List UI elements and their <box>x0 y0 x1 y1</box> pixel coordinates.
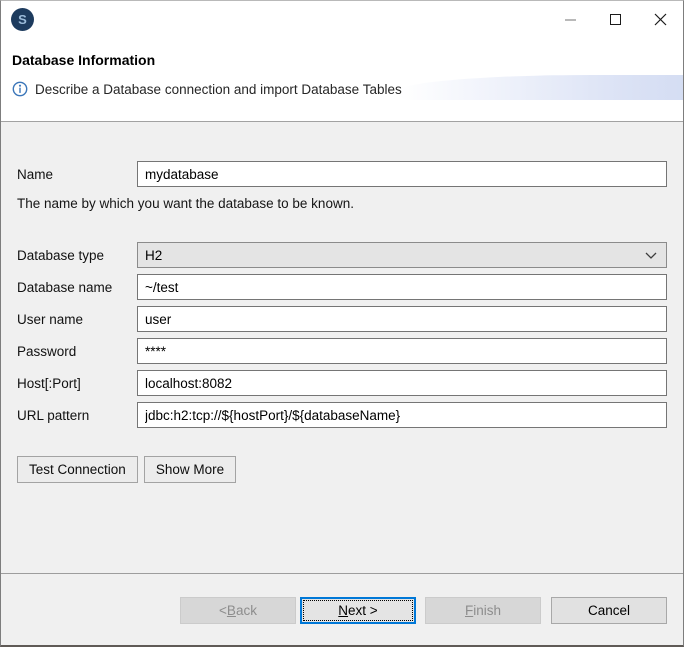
database-type-row: Database type H2 <box>17 242 667 268</box>
host-port-field[interactable] <box>137 370 667 396</box>
close-icon <box>654 13 667 26</box>
test-connection-button[interactable]: Test Connection <box>17 456 138 483</box>
chevron-down-icon <box>645 252 657 259</box>
wizard-button-bar: < Back Next > Finish Cancel <box>1 574 683 645</box>
cancel-button-post: Cancel <box>588 603 630 618</box>
back-button-mnemonic: B <box>227 603 236 618</box>
name-row: Name <box>17 161 667 187</box>
database-type-label: Database type <box>17 248 137 263</box>
database-name-label: Database name <box>17 280 137 295</box>
page-description: Describe a Database connection and impor… <box>12 81 671 97</box>
titlebar: S <box>1 1 683 38</box>
cancel-button[interactable]: Cancel <box>551 597 667 624</box>
url-pattern-row: URL pattern <box>17 402 667 428</box>
minimize-button[interactable] <box>548 1 593 38</box>
connection-actions-row: Test Connection Show More <box>17 456 667 483</box>
wizard-header: Database Information Describe a Database… <box>1 38 683 122</box>
url-pattern-field[interactable] <box>137 402 667 428</box>
minimize-icon <box>565 19 576 21</box>
password-label: Password <box>17 344 137 359</box>
database-type-combo[interactable]: H2 <box>137 242 667 268</box>
form-area: Name The name by which you want the data… <box>1 122 683 574</box>
password-field[interactable] <box>137 338 667 364</box>
database-name-field[interactable] <box>137 274 667 300</box>
maximize-icon <box>610 14 621 25</box>
user-name-row: User name <box>17 306 667 332</box>
host-port-row: Host[:Port] <box>17 370 667 396</box>
show-more-button[interactable]: Show More <box>144 456 236 483</box>
app-logo-icon: S <box>11 8 34 31</box>
maximize-button[interactable] <box>593 1 638 38</box>
finish-button-post: inish <box>473 603 501 618</box>
user-name-field[interactable] <box>137 306 667 332</box>
name-field[interactable] <box>137 161 667 187</box>
back-button[interactable]: < Back <box>180 597 296 624</box>
wizard-dialog: S Database Information Describe a Databa… <box>0 0 684 647</box>
next-button[interactable]: Next > <box>300 597 416 624</box>
finish-button[interactable]: Finish <box>425 597 541 624</box>
name-label: Name <box>17 167 137 182</box>
url-pattern-label: URL pattern <box>17 408 137 423</box>
next-button-mnemonic: N <box>338 603 348 618</box>
page-title: Database Information <box>12 52 671 68</box>
finish-button-mnemonic: F <box>465 603 473 618</box>
password-row: Password <box>17 338 667 364</box>
user-name-label: User name <box>17 312 137 327</box>
name-help-text: The name by which you want the database … <box>17 196 667 211</box>
database-type-value: H2 <box>145 248 162 263</box>
back-button-pre: < <box>219 603 227 618</box>
info-icon <box>12 81 28 97</box>
page-description-text: Describe a Database connection and impor… <box>35 82 402 97</box>
database-name-row: Database name <box>17 274 667 300</box>
close-button[interactable] <box>638 1 683 38</box>
host-port-label: Host[:Port] <box>17 376 137 391</box>
next-button-post: ext > <box>348 603 378 618</box>
back-button-post: ack <box>236 603 257 618</box>
